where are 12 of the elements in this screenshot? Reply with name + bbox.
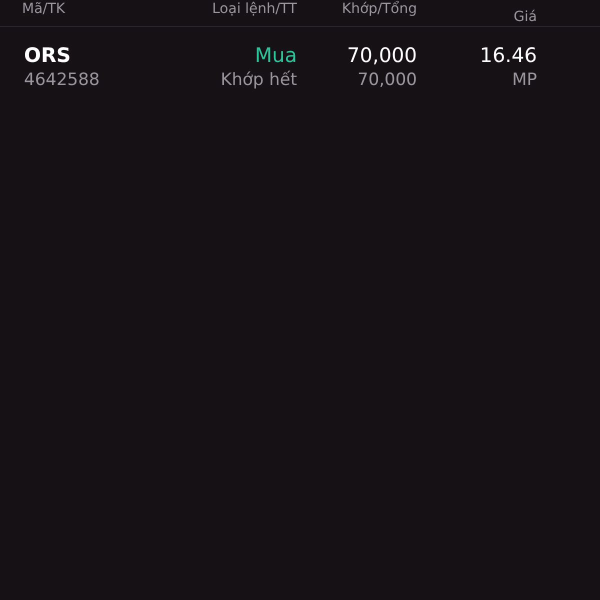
- order-price: 16.46: [480, 42, 537, 68]
- order-status: Khớp hết: [220, 69, 297, 92]
- account-number: 4642588: [24, 69, 100, 92]
- column-header: Mã/TK: [22, 1, 66, 17]
- stock-symbol: ORS: [24, 42, 71, 68]
- order-side: Mua: [254, 42, 297, 68]
- column-header: Loại lệnh/TT: [212, 1, 297, 17]
- column-header: Giá: [514, 8, 537, 25]
- matched-quantity: 70,000: [347, 42, 417, 68]
- price-type: MP: [512, 69, 537, 92]
- column-header: Khớp/Tổng: [342, 1, 417, 17]
- total-quantity: 70,000: [358, 69, 417, 92]
